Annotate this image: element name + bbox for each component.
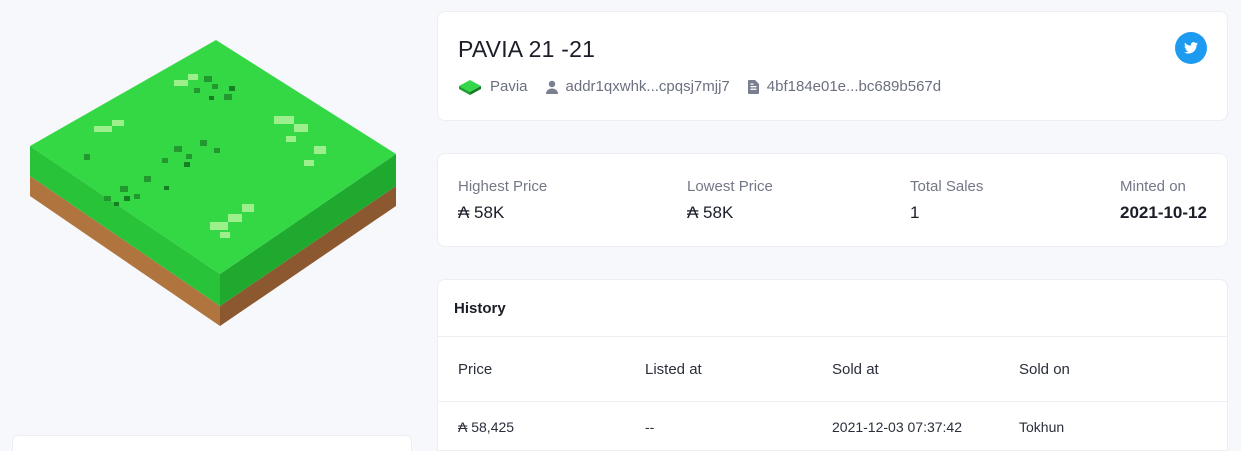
stat-label: Minted on [1120,178,1186,195]
user-icon [545,80,558,94]
stat-label: Lowest Price [687,178,773,195]
stat-minted-on: Minted on 2021-10-12 [1120,178,1207,223]
collection-link[interactable]: Pavia [458,78,528,95]
history-card: History Price Listed at Sold at Sold on … [437,279,1228,451]
stat-value: ₳ 58K [687,203,734,222]
policy-id-link[interactable]: 4bf184e01e...bc689b567d [747,78,942,95]
owner-address: addr1qxwhk...cpqsj7mjj7 [565,78,730,95]
pavia-tile-icon [458,79,482,95]
stat-highest-price: Highest Price ₳ 58K [458,178,547,223]
stat-label: Highest Price [458,178,548,195]
nft-meta-row: Pavia addr1qxwhk...cpqsj7mjj7 4bf184e01e… [458,78,959,95]
document-icon [747,79,759,94]
row-sold-at: 2021-12-03 07:37:42 [832,419,962,435]
owner-address-link[interactable]: addr1qxwhk...cpqsj7mjj7 [545,78,730,95]
row-listed-at: -- [645,419,655,435]
twitter-icon [1184,42,1198,54]
stat-value: ₳ 58K [458,203,505,222]
stat-total-sales: Total Sales 1 [910,178,983,223]
history-table-header: Price Listed at Sold at Sold on [438,337,1227,402]
nft-image-panel [0,0,420,451]
nft-header-card: PAVIA 21 -21 Pavia addr1qxwhk...cpqsj7mj… [437,11,1228,121]
row-price: ₳ 58,425 [458,419,515,435]
nft-land-image[interactable] [24,36,404,336]
left-bottom-card [12,435,412,451]
policy-id: 4bf184e01e...bc689b567d [766,78,942,95]
column-header-sold-on[interactable]: Sold on [1019,337,1070,401]
history-title: History [438,280,1227,337]
stat-lowest-price: Lowest Price ₳ 58K [687,178,773,223]
nft-title: PAVIA 21 -21 [458,36,596,62]
nft-stats-card: Highest Price ₳ 58K Lowest Price ₳ 58K T… [437,153,1228,247]
stat-label: Total Sales [910,178,984,195]
collection-name: Pavia [490,78,528,95]
stat-value: 2021-10-12 [1120,203,1207,222]
column-header-price[interactable]: Price [458,337,492,401]
twitter-share-button[interactable] [1175,32,1207,64]
column-header-listed-at[interactable]: Listed at [645,337,702,401]
table-row: ₳ 58,425 -- 2021-12-03 07:37:42 Tokhun [438,402,1227,451]
stat-value: 1 [910,203,920,222]
row-sold-on[interactable]: Tokhun [1019,402,1064,451]
column-header-sold-at[interactable]: Sold at [832,337,879,401]
